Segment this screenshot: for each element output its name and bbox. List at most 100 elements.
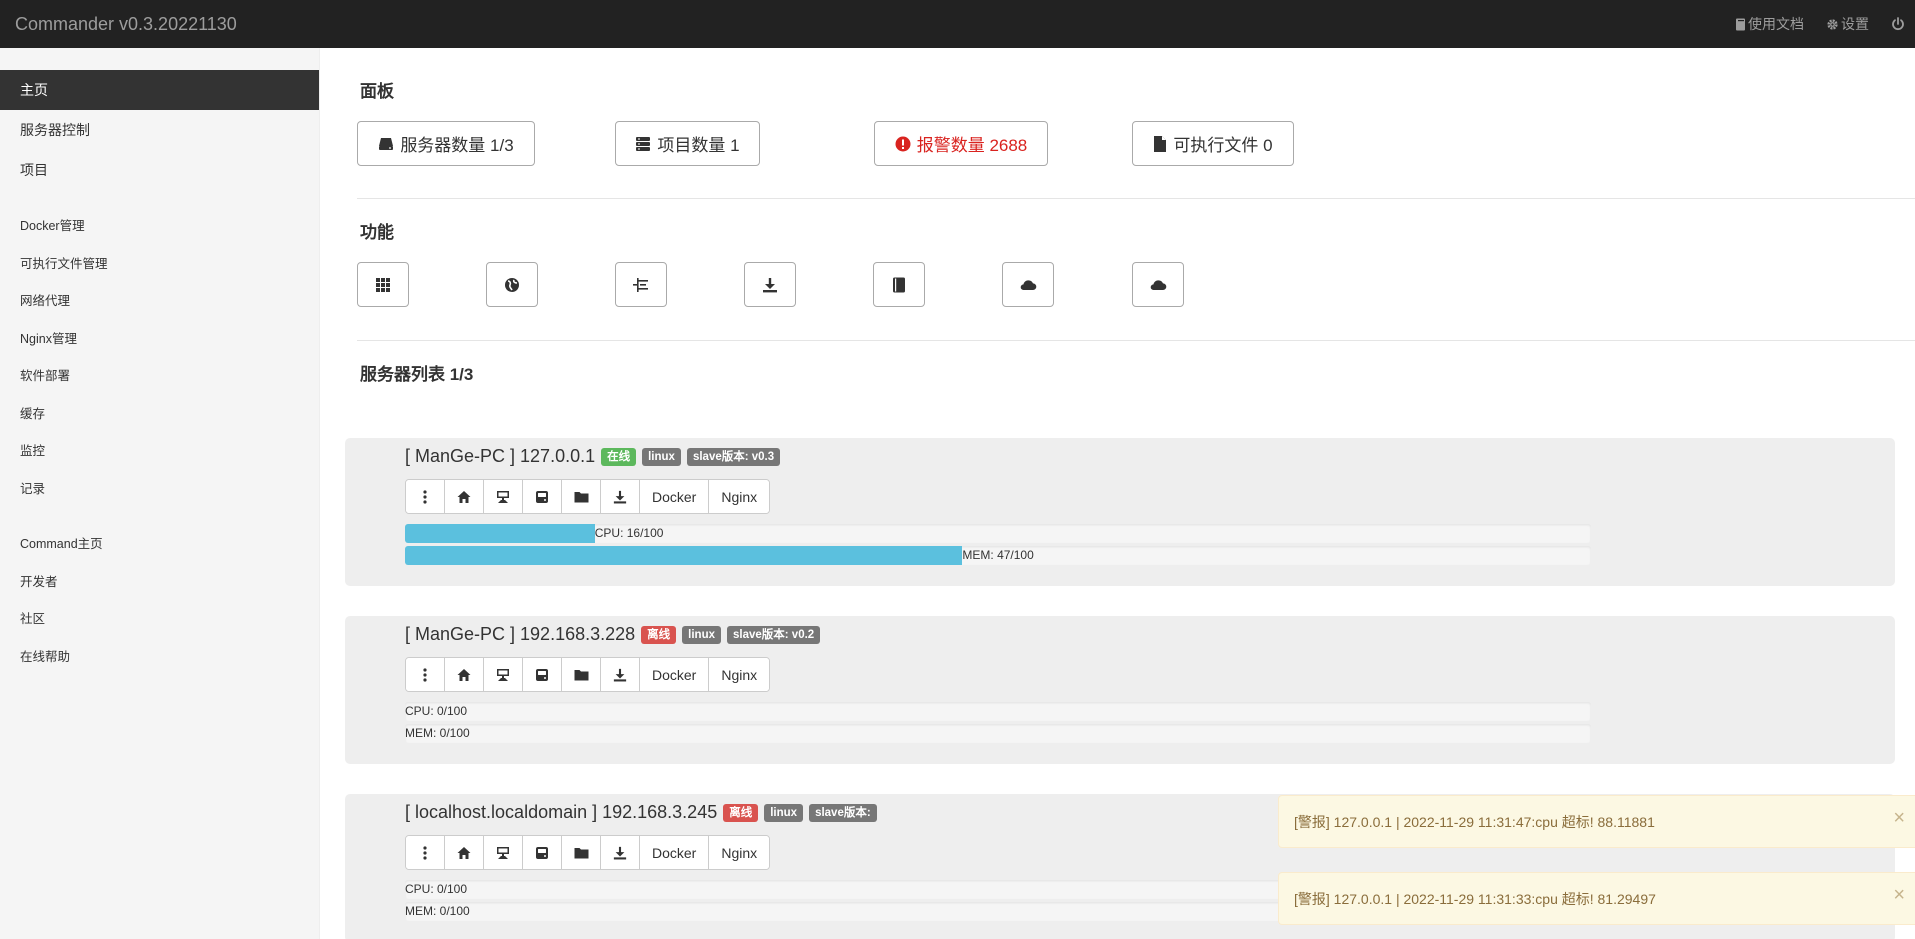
logout-button[interactable] <box>1891 17 1905 31</box>
function-apps-button[interactable] <box>357 262 409 307</box>
terminal-icon <box>497 846 509 859</box>
server-header: [ ManGe-PC ] 127.0.0.1 在线 linux slave版本: v0… <box>405 446 781 467</box>
functions-title: 功能 <box>360 223 394 242</box>
terminal-button[interactable] <box>484 480 523 513</box>
power-icon <box>1892 17 1904 31</box>
cloud-icon <box>1150 279 1167 290</box>
more-vertical-icon <box>423 489 427 504</box>
server-name: [ ManGe-PC ] 192.168.3.228 <box>405 624 636 644</box>
nginx-button[interactable]: Nginx <box>709 658 770 691</box>
server-actions: Docker Nginx <box>405 835 771 870</box>
more-options-button[interactable] <box>406 480 445 513</box>
function-docs-button[interactable] <box>873 262 925 307</box>
cpu-progress-fill <box>405 524 595 543</box>
disk-button[interactable] <box>523 480 562 513</box>
function-network-button[interactable] <box>486 262 538 307</box>
home-icon <box>457 846 471 859</box>
docs-link[interactable]: 使用文档 <box>1735 14 1804 34</box>
function-structure-button[interactable] <box>615 262 667 307</box>
close-icon[interactable]: × <box>1893 808 1905 828</box>
nginx-button[interactable]: Nginx <box>709 836 770 869</box>
alert-count-button[interactable]: 报警数量 2688 <box>874 121 1048 166</box>
top-nav-links: 使用文档 设置 <box>1735 0 1915 48</box>
docs-link-label: 使用文档 <box>1748 16 1804 32</box>
docker-button[interactable]: Docker <box>640 836 710 869</box>
more-vertical-icon <box>423 845 427 860</box>
executable-count-label: 可执行文件 0 <box>1173 136 1273 155</box>
divider <box>357 340 1915 341</box>
hard-drive-icon <box>536 490 548 503</box>
os-badge: linux <box>682 625 721 644</box>
files-button[interactable] <box>562 836 601 869</box>
sidebar-item-monitor[interactable]: 监控 <box>0 433 319 471</box>
download-button[interactable] <box>601 658 640 691</box>
sidebar-item-server-control[interactable]: 服务器控制 <box>0 110 319 150</box>
terminal-icon <box>497 668 509 681</box>
function-cloud-sync-button[interactable] <box>1132 262 1184 307</box>
function-download-button[interactable] <box>744 262 796 307</box>
home-button[interactable] <box>445 480 484 513</box>
status-badge: 离线 <box>641 625 677 644</box>
alert-count-label: 报警数量 2688 <box>916 136 1028 155</box>
server-icon <box>379 137 394 150</box>
home-icon <box>457 668 471 681</box>
toast-message: [警报] 127.0.0.1 | 2022-11-29 11:31:47:cpu… <box>1294 813 1655 830</box>
settings-link[interactable]: 设置 <box>1826 14 1869 34</box>
function-cloud-button[interactable] <box>1002 262 1054 307</box>
sidebar-item-nginx[interactable]: Nginx管理 <box>0 321 319 359</box>
cpu-progress-bar: CPU: 16/100 <box>405 524 1591 543</box>
nginx-button[interactable]: Nginx <box>709 480 770 513</box>
slave-version-badge: slave版本: v0.2 <box>727 625 821 644</box>
terminal-button[interactable] <box>484 836 523 869</box>
terminal-button[interactable] <box>484 658 523 691</box>
server-name: [ localhost.localdomain ] 192.168.3.245 <box>405 802 718 822</box>
server-actions: Docker Nginx <box>405 479 771 514</box>
sidebar-item-proxy[interactable]: 网络代理 <box>0 283 319 321</box>
file-icon <box>1154 135 1167 152</box>
sidebar-item-help[interactable]: 在线帮助 <box>0 639 319 677</box>
home-button[interactable] <box>445 836 484 869</box>
cpu-progress-bar: CPU: 0/100 <box>405 702 1591 721</box>
alert-toast: [警报] 127.0.0.1 | 2022-11-29 11:31:47:cpu… <box>1278 795 1915 848</box>
close-icon[interactable]: × <box>1893 885 1905 905</box>
sidebar-item-projects[interactable]: 项目 <box>0 150 319 190</box>
app-title[interactable]: Commander v0.3.20221130 <box>15 14 237 35</box>
divider <box>357 198 1915 199</box>
project-count-label: 项目数量 1 <box>657 136 740 155</box>
sidebar-item-home[interactable]: 主页 <box>0 70 319 110</box>
grid-icon <box>376 277 390 292</box>
sidebar-item-executables[interactable]: 可执行文件管理 <box>0 246 319 284</box>
sidebar-item-developer[interactable]: 开发者 <box>0 564 319 602</box>
book-icon <box>1736 18 1745 30</box>
files-button[interactable] <box>562 480 601 513</box>
sidebar-item-community[interactable]: 社区 <box>0 601 319 639</box>
dashboard-title: 面板 <box>360 82 394 101</box>
more-vertical-icon <box>423 667 427 682</box>
home-button[interactable] <box>445 658 484 691</box>
hard-drive-icon <box>536 846 548 859</box>
files-button[interactable] <box>562 658 601 691</box>
disk-button[interactable] <box>523 836 562 869</box>
sidebar-item-logs[interactable]: 记录 <box>0 471 319 509</box>
sidebar-item-docker[interactable]: Docker管理 <box>0 208 319 246</box>
project-count-button[interactable]: 项目数量 1 <box>615 121 760 166</box>
docker-button[interactable]: Docker <box>640 658 710 691</box>
download-button[interactable] <box>601 836 640 869</box>
disk-button[interactable] <box>523 658 562 691</box>
sidebar-item-command-home[interactable]: Command主页 <box>0 526 319 564</box>
sidebar-group-main: 主页 服务器控制 项目 <box>0 70 319 190</box>
download-button[interactable] <box>601 480 640 513</box>
server-actions: Docker Nginx <box>405 657 771 692</box>
server-count-button[interactable]: 服务器数量 1/3 <box>357 121 535 166</box>
sidebar-item-cache[interactable]: 缓存 <box>0 396 319 434</box>
more-options-button[interactable] <box>406 836 445 869</box>
executable-count-button[interactable]: 可执行文件 0 <box>1132 121 1294 166</box>
docker-button[interactable]: Docker <box>640 480 710 513</box>
server-card: [ ManGe-PC ] 127.0.0.1 在线 linux slave版本: v0… <box>345 438 1895 586</box>
sidebar-item-deploy[interactable]: 软件部署 <box>0 358 319 396</box>
terminal-icon <box>497 490 509 503</box>
sidebar-group-tools: Docker管理 可执行文件管理 网络代理 Nginx管理 软件部署 缓存 监控… <box>0 208 319 508</box>
os-badge: linux <box>764 803 804 822</box>
more-options-button[interactable] <box>406 658 445 691</box>
gear-icon <box>1827 18 1838 30</box>
